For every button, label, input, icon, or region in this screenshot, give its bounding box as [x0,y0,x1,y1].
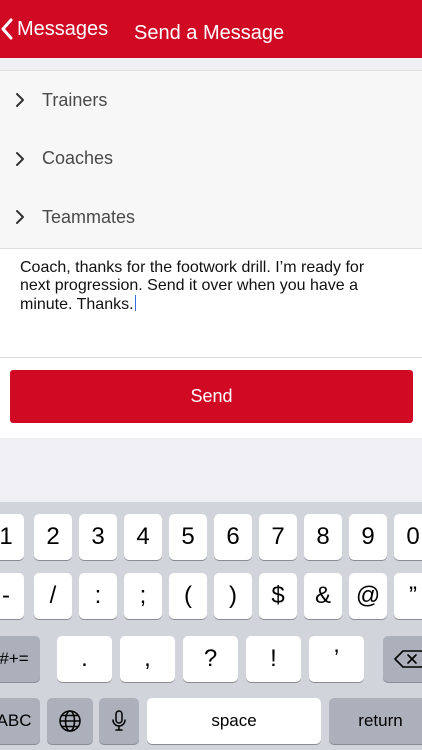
text-cursor [134,295,136,311]
globe-key[interactable] [47,698,93,744]
key[interactable]: ( [169,573,207,619]
recipient-label: Trainers [42,89,108,110]
key[interactable]: ; [124,573,162,619]
key[interactable]: 3 [79,514,117,560]
key[interactable]: ! [246,636,301,682]
key[interactable]: ) [214,573,252,619]
recipient-item-trainers[interactable]: Trainers [0,71,422,130]
key[interactable]: 0 [394,514,422,560]
key[interactable]: 7 [259,514,297,560]
key[interactable]: / [34,573,72,619]
back-label: Messages [17,17,109,40]
send-button[interactable]: Send [10,370,413,423]
key[interactable]: . [57,636,112,682]
backspace-key[interactable] [383,636,422,682]
message-line: Coach, thanks for the footwork drill. I’… [20,259,365,276]
key[interactable]: ? [183,636,238,682]
key[interactable]: 4 [124,514,162,560]
key[interactable]: 9 [349,514,387,560]
send-section: Send [0,358,422,438]
chevron-right-icon [16,210,24,225]
nav-bar: Messages Send a Message [0,0,422,58]
key[interactable]: ” [394,573,422,619]
key[interactable]: 2 [34,514,72,560]
page-title: Send a Message [134,22,285,44]
key[interactable]: $ [259,573,297,619]
key[interactable]: - [0,573,24,619]
recipient-label: Coaches [42,148,114,169]
key[interactable]: , [120,636,175,682]
message-line: next progression. Send it over when you … [20,277,358,294]
key[interactable]: 1 [0,514,24,560]
keyboard: 1 2 3 4 5 6 7 8 9 0 - / : ; ( ) $ & @ ” … [0,502,422,750]
return-key[interactable]: return [329,698,422,744]
abc-key[interactable]: ABC [0,698,40,744]
message-input[interactable]: Coach, thanks for the footwork drill. I’… [0,248,422,358]
chevron-left-icon [1,18,13,40]
key[interactable]: 8 [304,514,342,560]
recipient-label: Teammates [42,206,136,227]
message-line: minute. Thanks. [20,296,134,313]
recipient-item-coaches[interactable]: Coaches [0,130,422,189]
chevron-right-icon [16,93,24,108]
chevron-right-icon [16,151,24,166]
key[interactable]: @ [349,573,387,619]
globe-icon [59,710,81,732]
key[interactable]: ’ [309,636,364,682]
symbols-toggle-key[interactable]: #+= [0,636,40,682]
key[interactable]: 5 [169,514,207,560]
key[interactable]: & [304,573,342,619]
key[interactable]: 6 [214,514,252,560]
dictation-key[interactable] [99,698,139,744]
recipient-list: Trainers Coaches Teammates [0,70,422,248]
space-key[interactable]: space [147,698,321,744]
back-button[interactable]: Messages [0,0,108,58]
backspace-icon [394,650,422,668]
microphone-icon [112,710,126,731]
recipient-item-teammates[interactable]: Teammates [0,188,422,247]
key[interactable]: : [79,573,117,619]
